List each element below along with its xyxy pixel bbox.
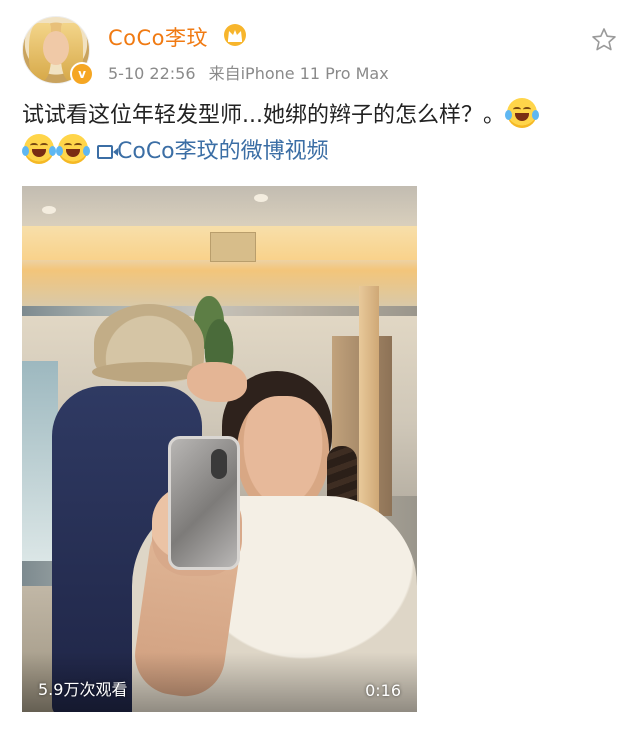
video-duration: 0:16 <box>365 681 401 700</box>
post-meta: 5-10 22:56 来自iPhone 11 Pro Max <box>108 60 397 84</box>
video-link[interactable]: CoCo李玟的微博视频 <box>97 139 329 164</box>
video-bg-ceiling-light <box>42 206 56 214</box>
video-view-count: 5.9万次观看 <box>38 680 128 699</box>
post-text-main: 试试看这位年轻发型师...她绑的辫子的怎么样？。 <box>22 103 505 128</box>
laugh-cry-emoji-icon <box>56 134 90 164</box>
avatar-face <box>43 31 69 65</box>
laugh-cry-emoji-icon <box>22 134 56 164</box>
video-bg-vent <box>210 232 256 262</box>
verified-badge: v <box>70 62 94 86</box>
video-hat-brim <box>92 362 202 382</box>
video-phone <box>168 436 240 570</box>
video-icon <box>97 145 118 159</box>
laugh-cry-emoji-icon <box>504 98 539 128</box>
post-source[interactable]: 来自iPhone 11 Pro Max <box>209 64 389 83</box>
post-text: 试试看这位年轻发型师...她绑的辫子的怎么样？。 CoCo李玟的微博视频 <box>22 98 622 170</box>
star-icon[interactable] <box>590 26 618 54</box>
video-player[interactable]: 5.9万次观看 0:16 <box>22 186 417 712</box>
video-bg-ceiling-light <box>254 194 268 202</box>
crown-icon <box>224 24 246 46</box>
video-stylist-hand <box>187 362 247 402</box>
video-bg-pillar <box>359 286 379 516</box>
username[interactable]: CoCo李玟 <box>108 22 208 52</box>
weibo-post: v CoCo李玟 5-10 22:56 来自iPhone 11 Pro Max … <box>0 0 640 738</box>
video-link-label: CoCo李玟的微博视频 <box>117 139 329 164</box>
post-timestamp: 5-10 22:56 <box>108 64 196 83</box>
video-phone-camera <box>211 449 227 479</box>
